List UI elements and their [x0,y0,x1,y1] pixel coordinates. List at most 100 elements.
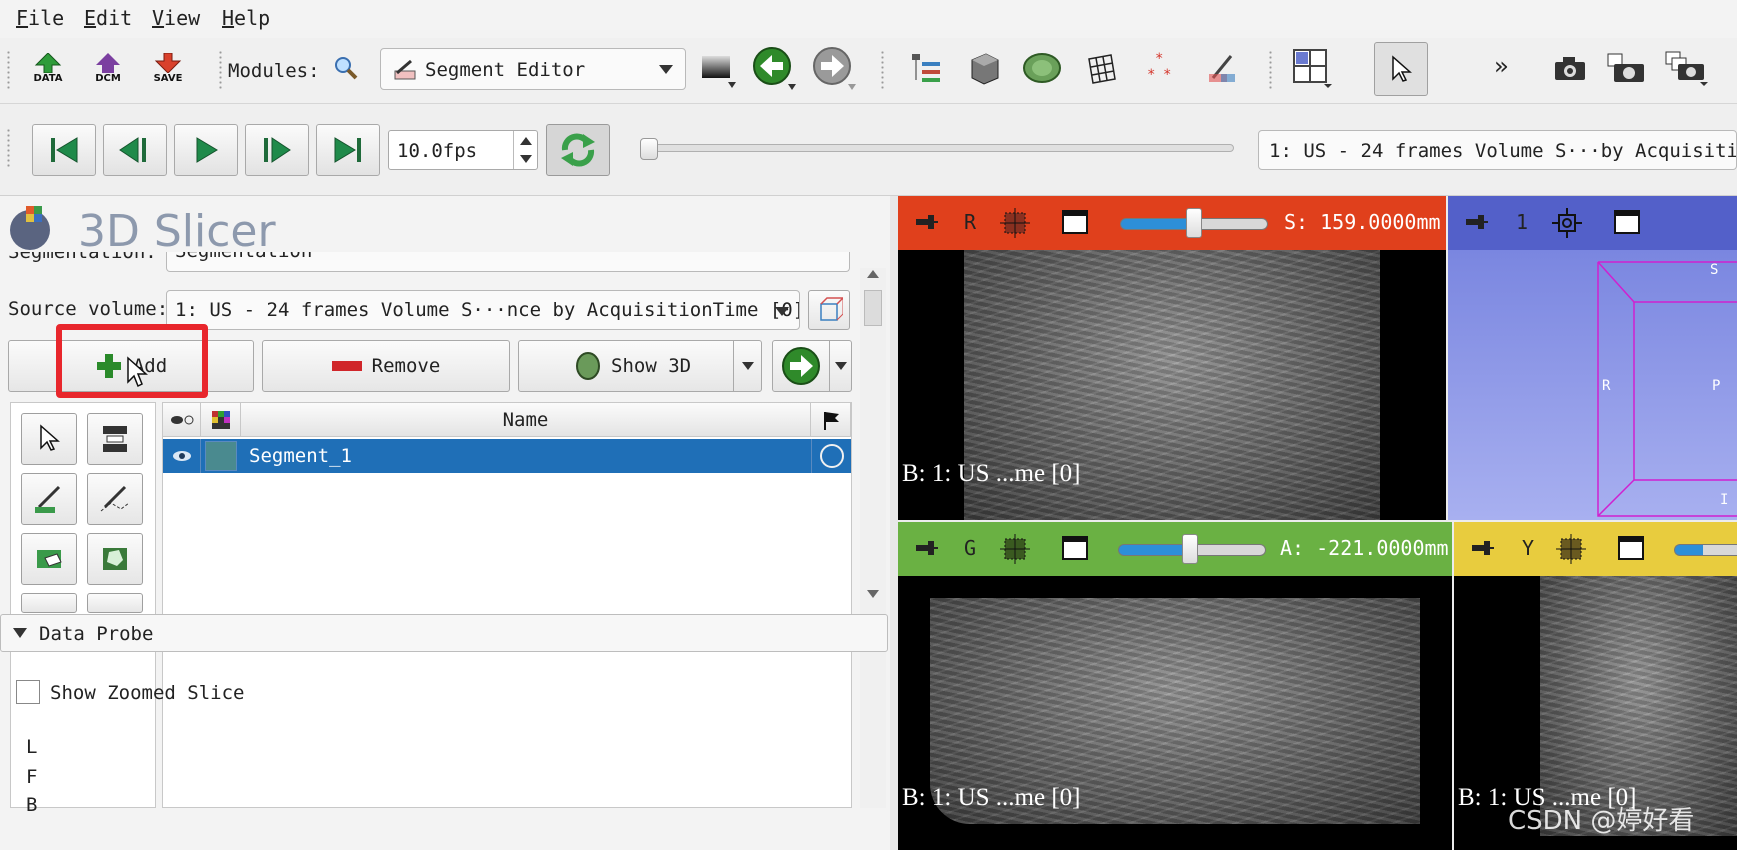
status-column-header[interactable] [811,403,851,437]
maximize-view-icon[interactable] [1618,536,1644,560]
toolbar-grip[interactable] [880,50,885,90]
maximize-view-icon[interactable] [1614,210,1640,234]
maximize-view-icon[interactable] [1062,536,1088,560]
layout-button[interactable] [1290,46,1334,90]
effect-grid-button[interactable] [21,593,77,613]
frame-slider-handle[interactable] [640,138,658,160]
screenshot-button[interactable] [1548,46,1592,90]
markups-module-button[interactable]: * * * [1140,46,1184,90]
scene-view-button[interactable] [1604,46,1648,90]
sequence-browser-toolbar: 10.0fps 1: US - 24 frames Volume S···by … [0,104,1737,196]
effect-none-button[interactable] [21,413,77,465]
yellow-slice-slider[interactable] [1674,544,1737,556]
maximize-view-icon[interactable] [1062,210,1088,234]
data-module-button[interactable] [904,46,948,90]
effect-islands-button[interactable] [87,533,143,585]
segment-color-swatch[interactable] [205,441,237,471]
center-view-icon[interactable] [1552,208,1582,238]
remove-segment-button[interactable]: Remove [262,340,510,392]
sequence-selector[interactable]: 1: US - 24 frames Volume S···by Acquisit… [1258,130,1737,170]
effect-mask-button[interactable] [87,593,143,613]
step-forward-icon [264,137,291,163]
slice-layers-icon [1556,534,1586,564]
red-slice-offset: S: 159.0000mm [1284,210,1441,234]
threed-view[interactable]: S R P I [1448,250,1737,520]
green-slice-handle[interactable] [1182,534,1198,564]
stepper-arrows-icon [520,137,532,163]
step-back-icon [119,137,146,163]
menu-file[interactable]: File [16,6,64,30]
toolbar-grip[interactable] [6,50,11,90]
pin-icon [916,541,938,555]
panel-scrollbar[interactable] [860,268,886,808]
table-row[interactable]: Segment_1 [163,439,851,473]
previous-frame-button[interactable] [103,124,167,176]
panel-splitter[interactable] [890,196,898,850]
load-dicom-button[interactable]: DCM [86,46,130,90]
fps-stepper[interactable] [513,131,537,169]
save-button[interactable]: SAVE [146,46,190,90]
segment-editor-module-button[interactable] [1200,46,1244,90]
scene-views-button[interactable] [1664,46,1708,90]
effect-threshold-button[interactable] [87,413,143,465]
menu-view[interactable]: View [152,6,200,30]
last-frame-button[interactable] [316,124,380,176]
menu-help[interactable]: Help [222,6,270,30]
segments-table: Name Segment_1 [162,402,852,808]
effect-paint-button[interactable] [21,473,77,525]
history-gradient-icon [702,56,736,88]
data-probe-header[interactable]: Data Probe [0,614,888,652]
effect-erase-button[interactable] [21,533,77,585]
loop-toggle-button[interactable] [546,124,610,176]
toolbar-grip[interactable] [6,128,11,168]
effect-draw-button[interactable] [87,473,143,525]
segmentation-selector[interactable]: Segmentation [166,252,850,272]
green-slice-view[interactable]: B: 1: US ...me [0] [898,576,1452,850]
threshold-icon [103,426,127,452]
fps-spinbox[interactable]: 10.0fps [388,130,538,170]
pointer-mode-button[interactable] [1374,42,1428,96]
next-frame-button[interactable] [245,124,309,176]
scrollbar-thumb[interactable] [864,290,882,326]
first-frame-button[interactable] [32,124,96,176]
yellow-view-letter: Y [1522,536,1535,560]
svg-text:*: * [1147,67,1155,83]
volume-geometry-button[interactable] [808,290,850,330]
volumes-module-button[interactable] [962,46,1006,90]
show-3d-button[interactable]: Show 3D [518,340,762,392]
forward-button[interactable] [812,46,856,90]
arrow-right-icon [782,347,820,385]
models-module-button[interactable] [1020,46,1064,90]
segment-status-cell[interactable] [811,439,851,473]
name-column-header[interactable]: Name [241,403,811,437]
toolbar-overflow-button[interactable]: » [1494,52,1508,80]
export-dropdown[interactable] [829,341,851,391]
module-search-button[interactable] [324,46,368,90]
load-data-button[interactable]: DATA [26,46,70,90]
color-column-header[interactable] [201,403,241,437]
visibility-column-header[interactable] [163,403,201,437]
probe-layer-l: L [26,736,38,758]
export-segmentation-button[interactable] [772,340,852,392]
toolbar-grip[interactable] [1268,50,1273,90]
play-button[interactable] [174,124,238,176]
module-selector[interactable]: Segment Editor [380,48,686,90]
show-zoomed-slice-checkbox[interactable] [16,680,40,704]
transforms-module-button[interactable] [1080,46,1124,90]
back-button[interactable] [752,46,796,90]
segment-visibility-toggle[interactable] [163,439,201,473]
red-slice-handle[interactable] [1186,208,1202,238]
fiducials-icon: ** * [1147,51,1171,83]
camera-icon [1555,57,1585,80]
source-volume-selector[interactable]: 1: US - 24 frames Volume S···nce by Acqu… [166,290,800,330]
segment-name[interactable]: Segment_1 [249,445,352,467]
menu-edit[interactable]: Edit [84,6,132,30]
frame-slider-track[interactable] [642,144,1234,152]
module-history-button[interactable] [694,46,738,90]
toolbar-grip[interactable] [218,50,223,90]
green-slice-offset: A: -221.0000mm [1280,536,1449,560]
red-slice-view[interactable]: B: 1: US ...me [0] [898,250,1446,520]
pin-icon [1466,215,1488,229]
show-3d-dropdown[interactable] [733,341,761,391]
skip-last-icon [334,137,361,163]
